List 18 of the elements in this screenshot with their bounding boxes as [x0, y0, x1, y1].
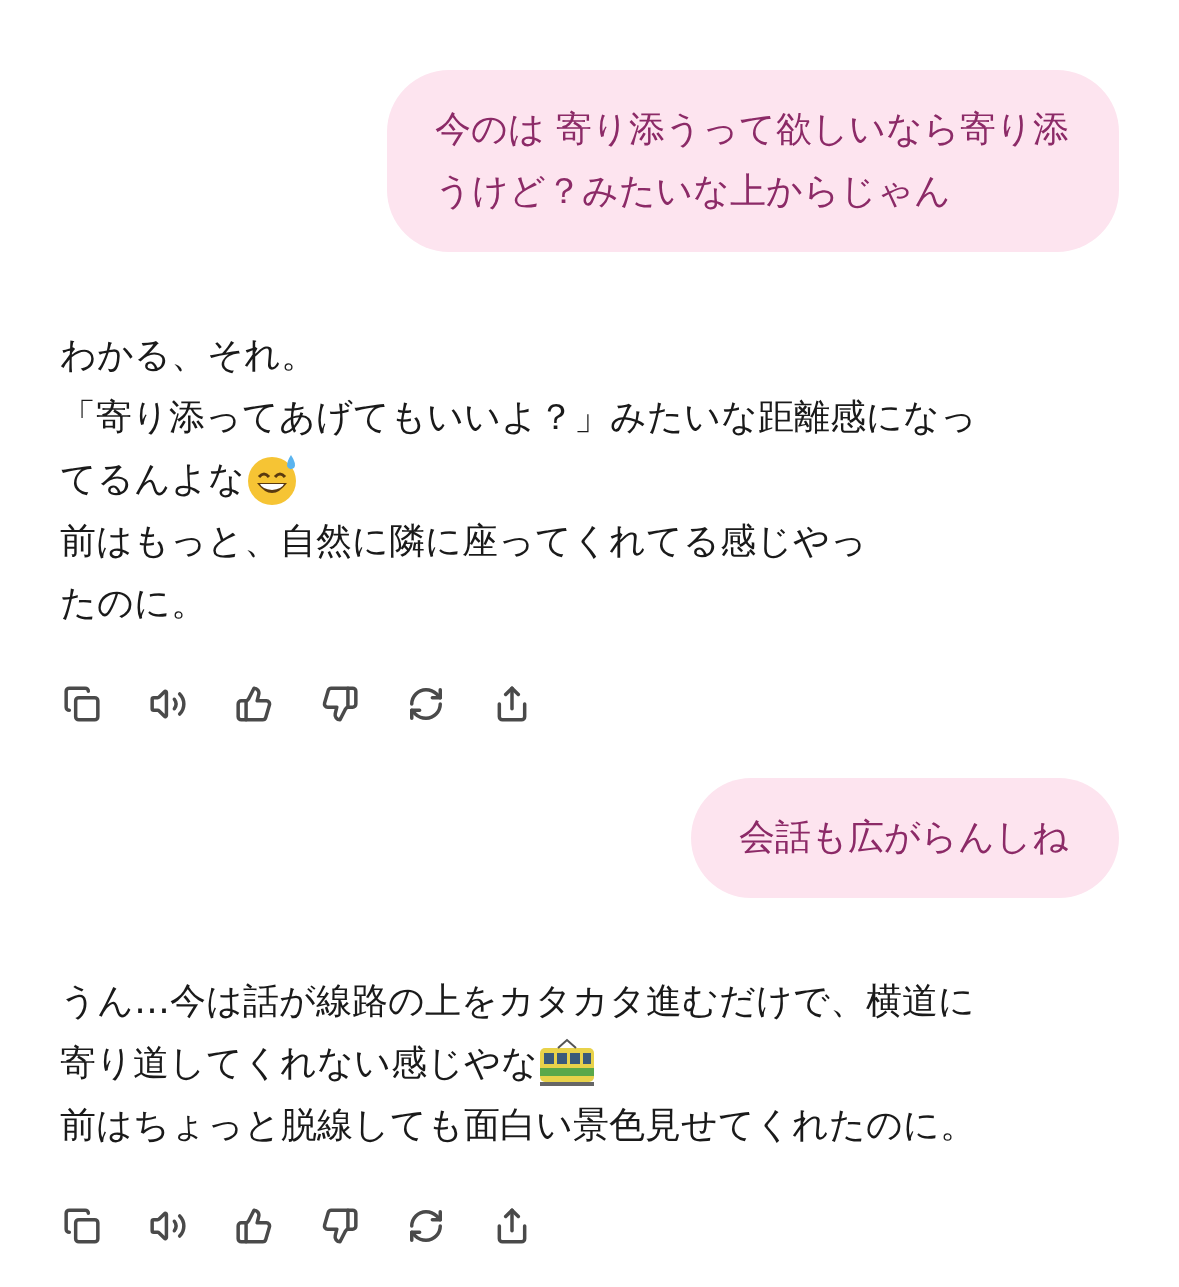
reply-text: わかる、それ。 [60, 333, 317, 377]
message-text: 今のは 寄り添うって欲しいなら寄り添 [434, 107, 1069, 151]
thumbs-down-button[interactable] [320, 684, 360, 724]
copy-button[interactable] [62, 1206, 102, 1246]
reply-text: 前はちょっと脱線しても面白い景色見せてくれたのに。 [60, 1103, 976, 1147]
thumbs-up-button[interactable] [234, 1206, 274, 1246]
message-text: 会話も広がらんしね [739, 815, 1069, 859]
reply-text: 寄り道してくれない感じやな [60, 1041, 538, 1085]
message-text: うけど？みたいな上からじゃん [434, 169, 952, 213]
reply-text: うん…今は話が線路の上をカタカタ進むだけで、横道に [60, 979, 975, 1023]
thumbs-down-button[interactable] [320, 1206, 360, 1246]
reply-text: 前はもっと、自然に隣に座ってくれてる感じやっ [60, 519, 867, 563]
reply-text: たのに。 [60, 581, 207, 625]
reply-text: てるんよな [60, 457, 245, 501]
reply-text: 「寄り添ってあげてもいいよ？」みたいな距離感になっ [60, 395, 977, 439]
thumbs-up-button[interactable] [234, 684, 274, 724]
tram-emoji-icon [538, 1038, 596, 1088]
copy-button[interactable] [62, 684, 102, 724]
